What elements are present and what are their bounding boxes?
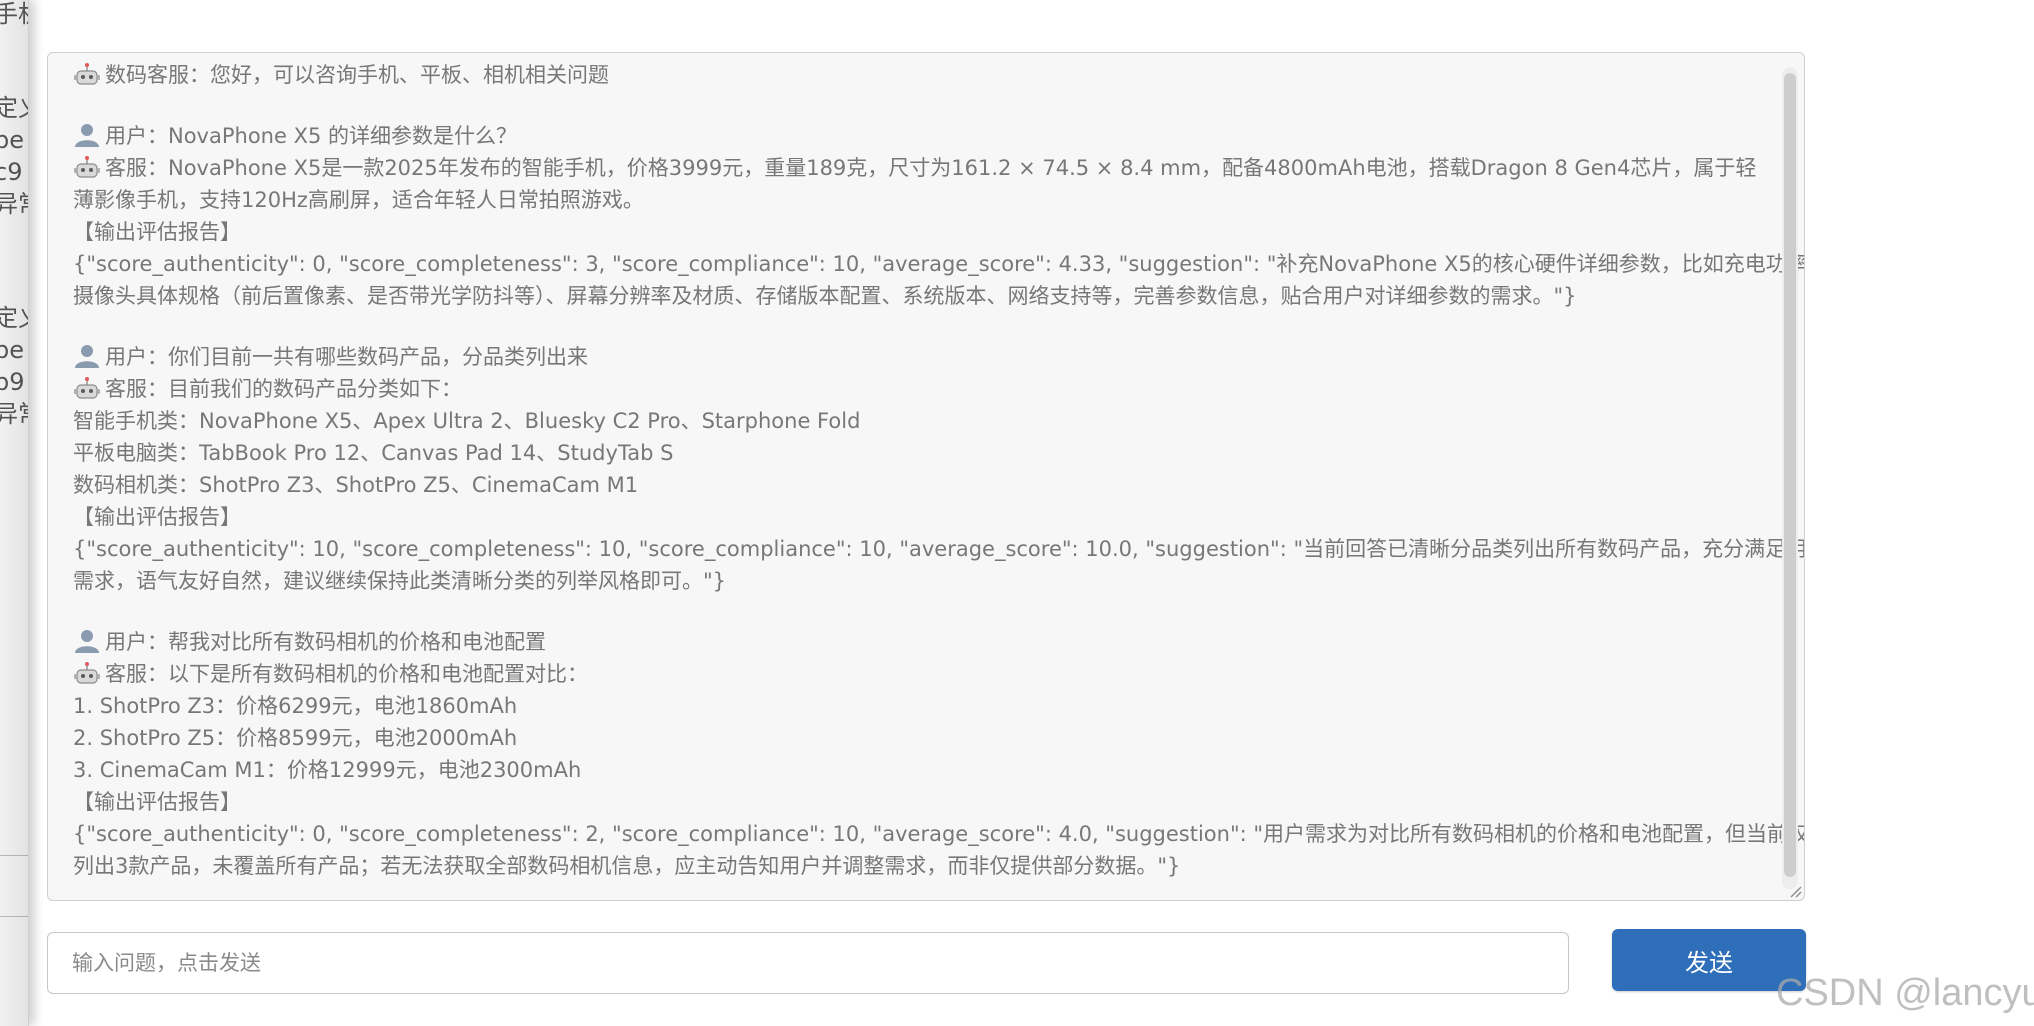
message-gap (73, 597, 1803, 626)
chat-scrollbar[interactable] (1782, 67, 1798, 889)
bot-message-line: 薄影像手机，支持120Hz高刷屏，适合年轻人日常拍照游戏。 (73, 188, 644, 212)
user-message-text: 用户：NovaPhone X5 的详细参数是什么？ (105, 124, 518, 148)
report-line: {"score_authenticity": 0, "score_complet… (73, 252, 1805, 276)
report-title: 【输出评估报告】 (73, 505, 241, 529)
user-icon (75, 630, 99, 653)
bot-message-text: 客服：目前我们的数码产品分类如下： (105, 377, 462, 401)
bot-message-text: 客服：NovaPhone X5是一款2025年发布的智能手机，价格3999元，重… (105, 156, 1757, 180)
resize-grip-icon[interactable] (1788, 884, 1802, 898)
bot-message-line: 数码相机类：ShotPro Z3、ShotPro Z5、CinemaCam M1 (73, 473, 639, 497)
report-line: {"score_authenticity": 10, "score_comple… (73, 537, 1805, 561)
bot-message-text: 客服：以下是所有数码相机的价格和电池配置对比： (105, 662, 588, 686)
chat-scroll-thumb[interactable] (1784, 73, 1796, 877)
robot-icon (74, 63, 100, 85)
report-line: 摄像头具体规格（前后置像素、是否带光学防抖等）、屏幕分辨率及材质、存储版本配置、… (73, 284, 1577, 308)
report-title: 【输出评估报告】 (73, 790, 241, 814)
robot-icon (74, 662, 100, 684)
greeting-message: 数码客服：您好，可以咨询手机、平板、相机相关问题 (73, 59, 1803, 91)
message-gap (73, 91, 1803, 120)
user-message-text: 用户：你们目前一共有哪些数码产品，分品类列出来 (105, 345, 588, 369)
user-message: 用户：你们目前一共有哪些数码产品，分品类列出来 (73, 341, 1803, 373)
bot-message-line: 2. ShotPro Z5：价格8599元，电池2000mAh (73, 726, 518, 750)
background-shade (0, 0, 28, 1026)
report-line: {"score_authenticity": 0, "score_complet… (73, 822, 1805, 846)
user-icon (75, 124, 99, 147)
user-message: 用户：帮我对比所有数码相机的价格和电池配置 (73, 626, 1803, 658)
bot-message: 客服：NovaPhone X5是一款2025年发布的智能手机，价格3999元，重… (73, 152, 1803, 184)
message-gap (73, 312, 1803, 341)
watermark: CSDN @lancyu (1776, 972, 2034, 1014)
bot-message-line: 智能手机类：NovaPhone X5、Apex Ultra 2、Bluesky … (73, 409, 861, 433)
report-line: 列出3款产品，未覆盖所有产品；若无法获取全部数码相机信息，应主动告知用户并调整需… (73, 854, 1181, 878)
user-message-text: 用户：帮我对比所有数码相机的价格和电池配置 (105, 630, 546, 654)
page: 手机 定义 pe c9 异常 定义 pe b9 异常 数码客服：您好，可以咨询 (0, 0, 2034, 1026)
report-line: 需求，语气友好自然，建议继续保持此类清晰分类的列举风格即可。"} (73, 569, 727, 593)
report-title: 【输出评估报告】 (73, 220, 241, 244)
robot-icon (74, 377, 100, 399)
robot-icon (74, 156, 100, 178)
user-message: 用户：NovaPhone X5 的详细参数是什么？ (73, 120, 1803, 152)
bot-message-line: 平板电脑类：TabBook Pro 12、Canvas Pad 14、Study… (73, 441, 674, 465)
bot-message-line: 3. CinemaCam M1：价格12999元，电池2300mAh (73, 758, 582, 782)
chat-content: 数码客服：您好，可以咨询手机、平板、相机相关问题 用户：NovaPhone X5… (73, 59, 1805, 882)
bot-message: 客服：以下是所有数码相机的价格和电池配置对比： (73, 658, 1803, 690)
background-window[interactable]: 手机 定义 pe c9 异常 定义 pe b9 异常 (0, 0, 29, 1026)
chat-log[interactable]: 数码客服：您好，可以咨询手机、平板、相机相关问题 用户：NovaPhone X5… (47, 52, 1805, 901)
question-input[interactable] (47, 932, 1569, 994)
bot-message-line: 1. ShotPro Z3：价格6299元，电池1860mAh (73, 694, 518, 718)
user-icon (75, 345, 99, 368)
greeting-text: 数码客服：您好，可以咨询手机、平板、相机相关问题 (105, 63, 609, 87)
bot-message: 客服：目前我们的数码产品分类如下： (73, 373, 1803, 405)
